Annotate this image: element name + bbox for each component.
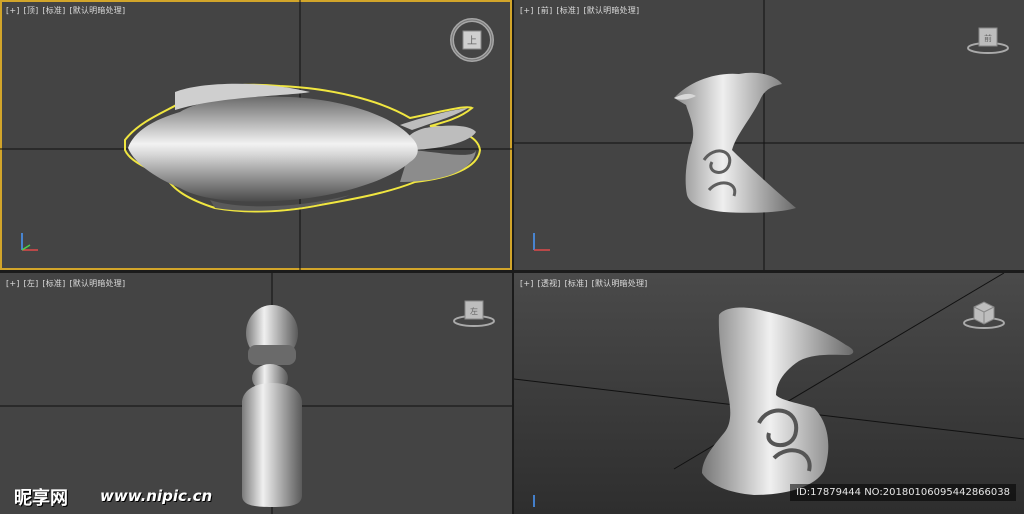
viewport-left-label: [+] [左] [标准] [默认明暗处理] xyxy=(6,278,129,289)
viewport-left[interactable]: [+] [左] [标准] [默认明暗处理] 左 xyxy=(0,273,512,514)
viewcube-face-label: 上 xyxy=(467,35,477,47)
viewport-front-label: [+] [前] [标准] [默认明暗处理] xyxy=(520,5,643,16)
viewport-top-label: [+] [顶] [标准] [默认明暗处理] xyxy=(6,5,129,16)
viewport-lighting-menu[interactable]: [默认明暗处理] xyxy=(69,6,125,15)
front-view-scene xyxy=(514,0,1024,270)
viewport-shading-menu[interactable]: [标准] xyxy=(42,6,65,15)
viewcube-icon: 左 xyxy=(453,300,495,327)
left-view-scene xyxy=(0,273,512,514)
viewport-lighting-menu[interactable]: [默认明暗处理] xyxy=(583,6,639,15)
dolphin-left-base xyxy=(242,383,302,507)
watermark-id: ID:17879444 NO:20180106095442866038 xyxy=(790,484,1016,501)
viewport-view-menu[interactable]: [顶] xyxy=(24,6,39,15)
viewcube-face-label: 前 xyxy=(984,33,992,43)
axis-tripod-icon xyxy=(21,233,38,251)
viewcube-ring-icon: 上 xyxy=(450,18,494,62)
viewcube-icon xyxy=(963,301,1005,329)
viewport-shading-menu[interactable]: [标准] xyxy=(565,279,588,288)
viewcube-left[interactable]: 左 xyxy=(452,295,496,333)
viewport-view-menu[interactable]: [透视] xyxy=(538,279,561,288)
viewport-perspective-label: [+] [透视] [标准] [默认明暗处理] xyxy=(520,278,651,289)
viewport-lighting-menu[interactable]: [默认明暗处理] xyxy=(592,279,648,288)
viewport-menu-plus[interactable]: [+] xyxy=(520,279,534,288)
viewport-menu-plus[interactable]: [+] xyxy=(6,6,20,15)
viewcube-face-label: 左 xyxy=(470,306,478,316)
viewcube-perspective[interactable] xyxy=(962,297,1006,335)
viewport-menu-plus[interactable]: [+] xyxy=(520,6,534,15)
viewcube-top[interactable]: 上 xyxy=(448,16,496,68)
viewport-shading-menu[interactable]: [标准] xyxy=(42,279,65,288)
viewport-front[interactable]: [+] [前] [标准] [默认明暗处理] 前 xyxy=(514,0,1024,270)
dolphin-top-model[interactable] xyxy=(124,83,482,213)
viewport-lighting-menu[interactable]: [默认明暗处理] xyxy=(69,279,125,288)
viewport-shading-menu[interactable]: [标准] xyxy=(556,6,579,15)
viewcube-front[interactable]: 前 xyxy=(966,22,1010,60)
top-view-scene xyxy=(0,0,512,270)
viewport-view-menu[interactable]: [左] xyxy=(24,279,39,288)
viewport-perspective[interactable]: [+] [透视] [标准] [默认明暗处理] xyxy=(514,273,1024,514)
viewcube-icon: 前 xyxy=(967,27,1009,54)
viewport-top[interactable]: [+] [顶] [标准] [默认明暗处理] 上 xyxy=(0,0,512,270)
dolphin-left-neck xyxy=(248,345,296,365)
viewport-menu-plus[interactable]: [+] xyxy=(6,279,20,288)
dolphin-left-model[interactable] xyxy=(242,305,302,507)
viewport-view-menu[interactable]: [前] xyxy=(538,6,553,15)
watermark-logo: 昵享网 xyxy=(14,488,68,509)
axis-tripod-icon xyxy=(533,233,550,251)
watermark-url: www.nipic.cn xyxy=(100,487,213,505)
perspective-view-scene xyxy=(514,273,1024,514)
